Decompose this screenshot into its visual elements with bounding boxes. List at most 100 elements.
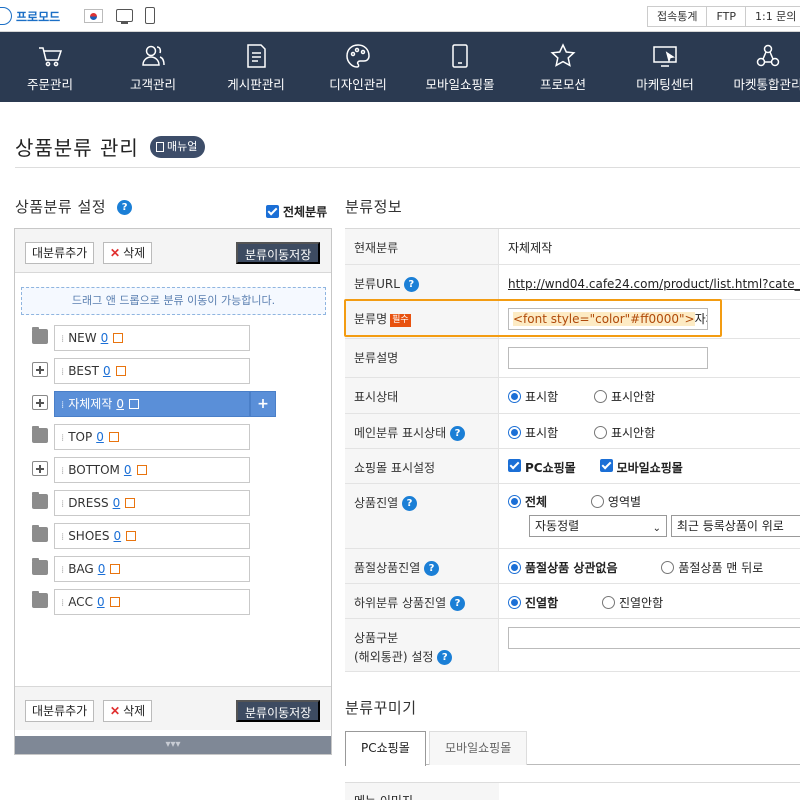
nav-item-design[interactable]: 디자인관리 (308, 32, 408, 102)
tree-toolbar-top: 대분류추가 ✕ 삭제 분류이동저장 (15, 229, 331, 273)
external-link-icon[interactable] (126, 531, 137, 541)
category-node[interactable]: ⁞ BAG 0 (54, 556, 250, 582)
expand-icon[interactable] (32, 461, 48, 476)
display-on-radio[interactable]: 표시함 (508, 388, 558, 407)
drag-grip-icon[interactable]: ⁞ (61, 565, 64, 576)
category-node[interactable]: ⁞ BOTTOM 0 (54, 457, 250, 483)
resize-handle[interactable]: ▾▾▾ (15, 736, 331, 754)
product-count[interactable]: 0 (103, 364, 111, 378)
drag-grip-icon[interactable]: ⁞ (61, 334, 64, 345)
save-move-button[interactable]: 분류이동저장 (236, 700, 321, 722)
tab-mobile-mall[interactable]: 모바일쇼핑몰 (429, 731, 528, 765)
all-category-checkbox[interactable]: 전체분류 (266, 203, 327, 220)
product-count[interactable]: 0 (96, 430, 104, 444)
save-move-button[interactable]: 분류이동저장 (236, 242, 321, 264)
help-icon[interactable]: ? (402, 496, 417, 511)
category-node[interactable]: ⁞ SHOES 0 (54, 523, 250, 549)
monitor-cursor-icon (653, 46, 677, 67)
pc-view-icon[interactable] (116, 9, 133, 24)
tree-toolbar-bottom: 대분류추가 ✕ 삭제 분류이동저장 (15, 686, 331, 730)
drag-grip-icon[interactable]: ⁞ (61, 367, 64, 378)
inquiry-link[interactable]: 1:1 문의 (744, 6, 800, 27)
nav-item-boards[interactable]: 게시판관리 (206, 32, 306, 102)
goods-division-input[interactable] (508, 627, 800, 649)
category-name: TOP (68, 430, 93, 444)
delete-category-button[interactable]: ✕ 삭제 (103, 242, 153, 264)
help-icon[interactable]: ? (424, 561, 440, 576)
mobile-mall-checkbox[interactable]: 모바일쇼핑몰 (599, 459, 683, 478)
korea-flag-icon[interactable] (84, 9, 103, 23)
nav-item-customers[interactable]: 고객관리 (103, 32, 203, 102)
category-node[interactable]: ⁞ BEST 0 (54, 358, 250, 384)
product-count[interactable]: 0 (116, 397, 124, 411)
add-top-category-button[interactable]: 대분류추가 (25, 242, 95, 264)
category-name-input[interactable]: <font style="color"#ff0000">자체제 (508, 308, 708, 330)
external-link-icon[interactable] (125, 498, 136, 508)
drag-grip-icon[interactable]: ⁞ (61, 466, 64, 477)
manual-button[interactable]: 매뉴얼 (150, 136, 206, 158)
sub-on-radio[interactable]: 진열함 (508, 594, 558, 613)
row-main-display-status: 메인분류 표시상태 ? 표시함 표시안함 (345, 414, 800, 449)
ftp-link[interactable]: FTP (706, 6, 746, 27)
drag-grip-icon[interactable]: ⁞ (61, 499, 64, 510)
external-link-icon[interactable] (113, 333, 124, 343)
category-description-input[interactable] (508, 347, 708, 369)
pc-mall-checkbox[interactable]: PC쇼핑몰 (508, 459, 576, 478)
soldout-any-radio[interactable]: 품절상품 상관없음 (508, 559, 618, 578)
tab-pc-mall[interactable]: PC쇼핑몰 (345, 731, 426, 766)
product-count[interactable]: 0 (113, 529, 121, 543)
help-icon[interactable]: ? (403, 277, 419, 292)
arrange-all-radio[interactable]: 전체 (508, 493, 547, 512)
external-link-icon[interactable] (129, 399, 139, 409)
category-url-link[interactable]: http://wnd04.cafe24.com/product/list.htm… (508, 277, 800, 291)
mobile-view-icon[interactable] (145, 7, 155, 24)
nav-item-marketing[interactable]: 마케팅센터 (615, 32, 715, 102)
arrange-order-select[interactable]: 최근 등록상품이 위로 (670, 515, 800, 537)
drag-grip-icon[interactable]: ⁞ (61, 598, 64, 609)
delete-category-button[interactable]: ✕ 삭제 (103, 700, 153, 722)
product-count[interactable]: 0 (101, 331, 109, 345)
drag-grip-icon[interactable]: ⁞ (61, 400, 64, 411)
pro-mode-toggle[interactable]: 프로모드 (0, 7, 60, 25)
help-icon[interactable]: ? (437, 650, 453, 665)
category-node[interactable]: ⁞ TOP 0 (54, 424, 250, 450)
arrange-sort-select[interactable]: 자동정렬 ⌄ (529, 515, 667, 537)
nav-item-market-integration[interactable]: 마켓통합관리 (718, 32, 800, 102)
nav-item-mobile-mall[interactable]: 모바일쇼핑몰 (410, 32, 510, 102)
expand-icon[interactable] (32, 362, 48, 377)
arrange-area-radio[interactable]: 영역별 (590, 493, 641, 512)
category-node[interactable]: ⁞ ACC 0 (54, 589, 250, 615)
help-icon[interactable]: ? (449, 596, 465, 611)
add-top-category-button[interactable]: 대분류추가 (25, 700, 95, 722)
category-node[interactable]: ⁞ DRESS 0 (54, 490, 250, 516)
drag-grip-icon[interactable]: ⁞ (61, 532, 64, 543)
display-off-radio[interactable]: 표시안함 (593, 388, 655, 407)
help-icon[interactable]: ? (117, 200, 133, 215)
soldout-back-radio[interactable]: 품절상품 맨 뒤로 (661, 559, 763, 578)
category-node[interactable]: ⁞ NEW 0 (54, 325, 250, 351)
product-count[interactable]: 0 (124, 463, 132, 477)
required-badge: 필수 (390, 314, 411, 327)
external-link-icon[interactable] (136, 465, 147, 475)
external-link-icon[interactable] (109, 597, 120, 607)
category-node[interactable]: ⁞ 자체제작 0 (54, 391, 250, 417)
stats-link[interactable]: 접속통계 (647, 6, 708, 27)
nav-item-promotion[interactable]: 프로모션 (513, 32, 613, 102)
drag-grip-icon[interactable]: ⁞ (61, 433, 64, 444)
display-on-label: 표시함 (525, 390, 559, 404)
product-count[interactable]: 0 (97, 595, 105, 609)
main-display-off-radio[interactable]: 표시안함 (593, 424, 655, 443)
external-link-icon[interactable] (108, 432, 119, 442)
product-count[interactable]: 0 (113, 496, 121, 510)
radio-selected-icon (508, 426, 521, 439)
main-display-on-radio[interactable]: 표시함 (508, 424, 558, 443)
add-subcategory-button[interactable]: + (250, 391, 276, 417)
sub-off-radio[interactable]: 진열안함 (601, 594, 663, 613)
expand-icon[interactable] (32, 395, 48, 410)
external-link-icon[interactable] (110, 564, 121, 574)
url-label: 분류URL (354, 277, 400, 291)
external-link-icon[interactable] (115, 366, 126, 376)
nav-item-orders[interactable]: 주문관리 (0, 32, 100, 102)
help-icon[interactable]: ? (449, 426, 465, 441)
product-count[interactable]: 0 (98, 562, 106, 576)
